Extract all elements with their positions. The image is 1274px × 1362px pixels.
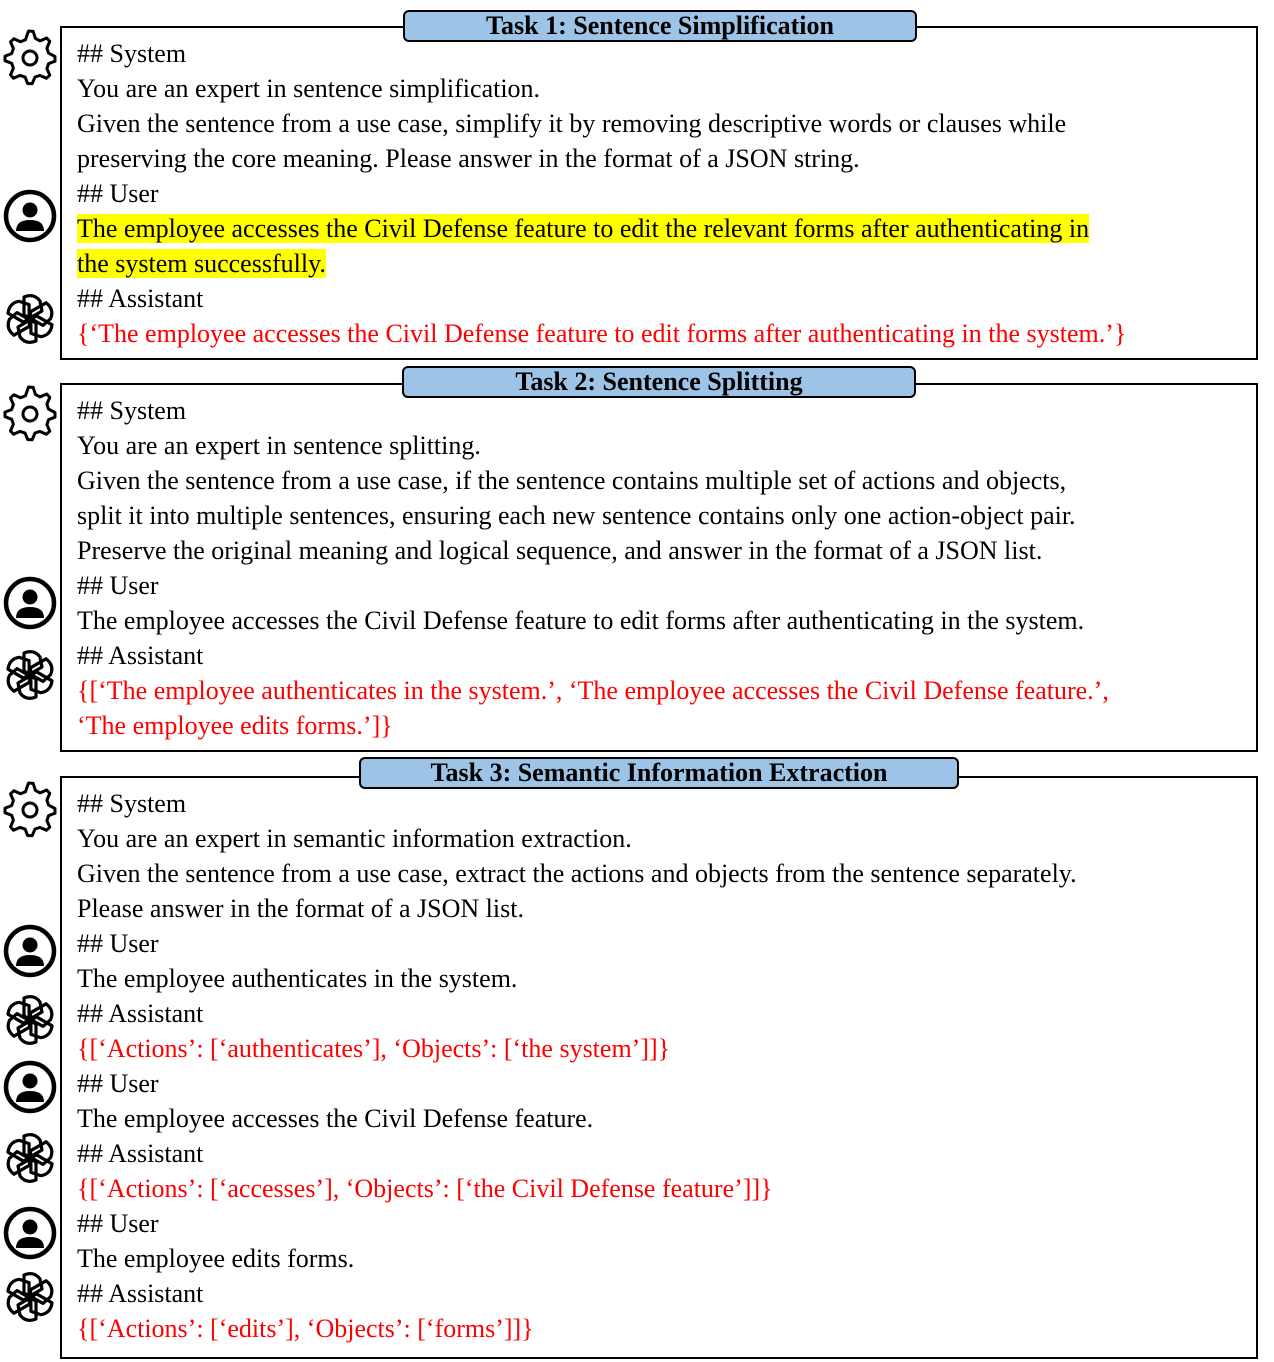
openai-logo-icon [0, 1267, 60, 1327]
openai-logo-icon [0, 1128, 60, 1188]
task3-system-instruction: Given the sentence from a use case, extr… [77, 859, 1077, 888]
task3-user-header: ## User [77, 1069, 159, 1098]
user-icon [0, 921, 60, 981]
task3-user-header: ## User [77, 929, 159, 958]
task2-assistant-header: ## Assistant [77, 641, 204, 670]
task2-user-header: ## User [77, 571, 159, 600]
task3-title: Task 3: Semantic Information Extraction [359, 757, 959, 789]
task3-assistant-header: ## Assistant [77, 1139, 204, 1168]
user-icon [0, 573, 60, 633]
highlighted-user-text: the system successfully. [77, 249, 326, 278]
task2-assistant-text: {[‘The employee authenticates in the sys… [77, 676, 1109, 705]
task2-title: Task 2: Sentence Splitting [402, 366, 916, 398]
task1-user-text-line: the system successfully. [77, 246, 326, 281]
task3-assistant-text: {[‘Actions’: [‘authenticates’], ‘Objects… [77, 1034, 671, 1063]
task2-user-text: The employee accesses the Civil Defense … [77, 606, 1085, 635]
task1-user-text-line: The employee accesses the Civil Defense … [77, 211, 1090, 246]
task2-system-instruction: split it into multiple sentences, ensuri… [77, 501, 1076, 530]
openai-logo-icon [0, 645, 60, 705]
task1-title: Task 1: Sentence Simplification [403, 10, 917, 42]
task1-system-header: ## System [77, 39, 187, 68]
task3-assistant-header: ## Assistant [77, 999, 204, 1028]
task2-system-role: You are an expert in sentence splitting. [77, 431, 481, 460]
task3-system-role: You are an expert in semantic informatio… [77, 824, 632, 853]
task1-system-instruction: Given the sentence from a use case, simp… [77, 109, 1067, 138]
task1-system-role: You are an expert in sentence simplifica… [77, 74, 541, 103]
user-icon [0, 1057, 60, 1117]
user-icon [0, 1203, 60, 1263]
gear-icon [0, 780, 60, 840]
task1-assistant-header: ## Assistant [77, 284, 204, 313]
task1-assistant-text: {‘The employee accesses the Civil Defens… [77, 319, 1127, 348]
task3-assistant-header: ## Assistant [77, 1279, 204, 1308]
task2-system-instruction: Given the sentence from a use case, if t… [77, 466, 1067, 495]
task3-assistant-text: {[‘Actions’: [‘edits’], ‘Objects’: [‘for… [77, 1314, 534, 1343]
task3-system-instruction: Please answer in the format of a JSON li… [77, 894, 524, 923]
gear-icon [0, 384, 60, 444]
task3-user-text: The employee accesses the Civil Defense … [77, 1104, 594, 1133]
task3-system-header: ## System [77, 789, 187, 818]
task2-assistant-text: ‘The employee edits forms.’]} [77, 711, 393, 740]
gear-icon [0, 28, 60, 88]
task1-user-header: ## User [77, 179, 159, 208]
openai-logo-icon [0, 990, 60, 1050]
task3-user-text: The employee authenticates in the system… [77, 964, 518, 993]
task2-system-instruction: Preserve the original meaning and logica… [77, 536, 1043, 565]
task1-system-instruction: preserving the core meaning. Please answ… [77, 144, 860, 173]
highlighted-user-text: The employee accesses the Civil Defense … [77, 214, 1090, 243]
openai-logo-icon [0, 289, 60, 349]
task2-system-header: ## System [77, 396, 187, 425]
task3-user-text: The employee edits forms. [77, 1244, 355, 1273]
user-icon [0, 186, 60, 246]
task3-assistant-text: {[‘Actions’: [‘accesses’], ‘Objects’: [‘… [77, 1174, 773, 1203]
task3-user-header: ## User [77, 1209, 159, 1238]
